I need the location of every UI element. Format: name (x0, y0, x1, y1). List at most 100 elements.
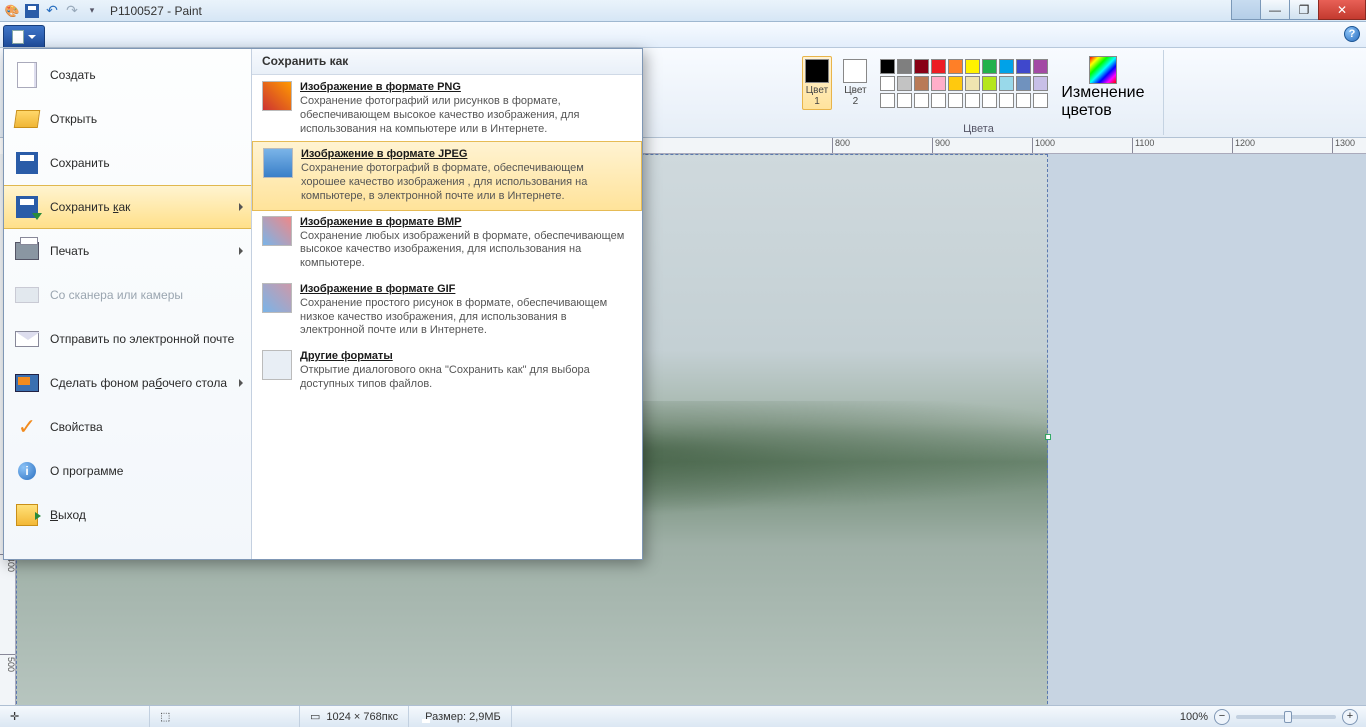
window-title: P1100527 - Paint (110, 4, 202, 18)
palette-swatch[interactable] (1016, 59, 1031, 74)
quick-access-toolbar: 🎨 ↶ ↷ ▾ (0, 3, 100, 19)
palette-swatch[interactable] (1033, 76, 1048, 91)
submenu-arrow-icon (239, 247, 243, 255)
about-icon: i (14, 458, 40, 484)
qat-customize-button[interactable]: ▾ (84, 3, 100, 19)
saveas-format-option[interactable]: Другие форматыОткрытие диалогового окна … (252, 344, 642, 398)
palette-swatch[interactable] (880, 59, 895, 74)
qat-save-button[interactable] (24, 3, 40, 19)
zoom-slider[interactable] (1236, 715, 1336, 719)
format-title: Изображение в формате PNG (300, 81, 632, 93)
palette-swatch[interactable] (965, 59, 980, 74)
palette-swatch[interactable] (1016, 93, 1031, 108)
saveas-format-option[interactable]: Изображение в формате GIF Сохранение прос… (252, 277, 642, 344)
saveas-header: Сохранить как (252, 49, 642, 75)
palette-swatch[interactable] (880, 76, 895, 91)
format-title: Изображение в формате JPEG (301, 148, 631, 160)
palette-swatch[interactable] (948, 76, 963, 91)
palette-swatch[interactable] (982, 93, 997, 108)
palette-swatch[interactable] (897, 59, 912, 74)
palette-swatch[interactable] (931, 59, 946, 74)
exit-icon (14, 502, 40, 528)
zoom-out-button[interactable]: − (1214, 709, 1230, 725)
file-menu-item-desk[interactable]: Сделать фоном рабочего стола (4, 361, 251, 405)
saveas-format-option[interactable]: Изображение в формате PNGСохранение фото… (252, 75, 642, 142)
palette-swatch[interactable] (1016, 76, 1031, 91)
open-icon (14, 106, 40, 132)
saveas-format-option[interactable]: Изображение в формате BMPСохранение любы… (252, 210, 642, 277)
file-menu-item-print[interactable]: Печать (4, 229, 251, 273)
file-menu-item-label: Отправить по электронной почте (50, 332, 234, 346)
status-filesize: Размер: 2,9МБ (409, 706, 512, 727)
palette-swatch[interactable] (999, 76, 1014, 91)
help-button[interactable]: ? (1344, 26, 1360, 42)
palette-swatch[interactable] (880, 93, 895, 108)
color-palette (879, 58, 1049, 109)
format-description: Открытие диалогового окна "Сохранить как… (300, 364, 632, 392)
palette-swatch[interactable] (965, 93, 980, 108)
ruler-tick: 1000 (1032, 138, 1055, 154)
file-menu-item-exit[interactable]: Выход (4, 493, 251, 537)
ruler-tick: 1200 (1232, 138, 1255, 154)
status-selection: ⬚ (150, 706, 300, 727)
palette-swatch[interactable] (965, 76, 980, 91)
submenu-arrow-icon (239, 379, 243, 387)
palette-swatch[interactable] (999, 59, 1014, 74)
color1-button[interactable]: Цвет 1 (802, 56, 832, 110)
file-menu-item-props[interactable]: ✓Свойства (4, 405, 251, 449)
color1-label: Цвет 1 (806, 85, 828, 107)
resize-handle-e[interactable] (1045, 434, 1051, 440)
palette-swatch[interactable] (982, 59, 997, 74)
file-tab[interactable] (3, 25, 45, 47)
scan-icon (14, 282, 40, 308)
ruler-tick: 900 (932, 138, 950, 154)
palette-swatch[interactable] (982, 76, 997, 91)
format-title: Изображение в формате GIF (300, 283, 632, 295)
palette-swatch[interactable] (914, 59, 929, 74)
qat-undo-button[interactable]: ↶ (44, 3, 60, 19)
palette-swatch[interactable] (897, 76, 912, 91)
dimensions-value: 1024 × 768пкс (326, 711, 398, 723)
zoom-in-button[interactable]: + (1342, 709, 1358, 725)
file-menu-item-save[interactable]: Сохранить (4, 141, 251, 185)
palette-swatch[interactable] (1033, 93, 1048, 108)
minimize-button[interactable]: — (1260, 0, 1290, 20)
colors-group-label: Цвета (794, 123, 1163, 135)
file-menu-item-label: О программе (50, 464, 123, 478)
qat-redo-button[interactable]: ↷ (64, 3, 80, 19)
color2-button[interactable]: Цвет 2 (840, 56, 870, 110)
saveas-format-option[interactable]: Изображение в формате JPEGСохранение фот… (252, 141, 642, 210)
color1-swatch (805, 59, 829, 83)
palette-swatch[interactable] (914, 93, 929, 108)
selection-icon: ⬚ (160, 710, 170, 723)
palette-swatch[interactable] (948, 59, 963, 74)
palette-swatch[interactable] (948, 93, 963, 108)
file-menu-item-about[interactable]: i О программе (4, 449, 251, 493)
close-button[interactable]: ✕ (1318, 0, 1366, 20)
file-menu-item-mail[interactable]: Отправить по электронной почте (4, 317, 251, 361)
window-blank-button[interactable] (1231, 0, 1261, 20)
format-icon (263, 148, 293, 178)
palette-swatch[interactable] (999, 93, 1014, 108)
palette-swatch[interactable] (914, 76, 929, 91)
maximize-button[interactable]: ❐ (1289, 0, 1319, 20)
file-menu-item-label: Свойства (50, 420, 103, 434)
file-menu-item-label: Создать (50, 68, 96, 82)
window-controls: — ❐ ✕ (1232, 0, 1366, 20)
edit-colors-button[interactable]: Изменение цветов (1061, 56, 1144, 120)
palette-swatch[interactable] (931, 93, 946, 108)
file-menu-item-new[interactable]: Создать (4, 53, 251, 97)
palette-swatch[interactable] (1033, 59, 1048, 74)
file-menu-item-saveas[interactable]: Сохранить как (4, 185, 251, 229)
format-title: Изображение в формате BMP (300, 216, 632, 228)
palette-swatch[interactable] (897, 93, 912, 108)
zoom-slider-thumb[interactable] (1284, 711, 1292, 723)
status-zoom: 100% − + (1172, 709, 1366, 725)
status-bar: ✛ ⬚ ▭ 1024 × 768пкс Размер: 2,9МБ 100% −… (0, 705, 1366, 727)
palette-swatch[interactable] (931, 76, 946, 91)
format-description: Сохранение простого рисунок в формате, о… (300, 297, 632, 338)
desk-icon (14, 370, 40, 396)
file-menu-item-scan: Со сканера или камеры (4, 273, 251, 317)
file-menu-item-open[interactable]: Открыть (4, 97, 251, 141)
file-tab-icon (12, 30, 24, 44)
